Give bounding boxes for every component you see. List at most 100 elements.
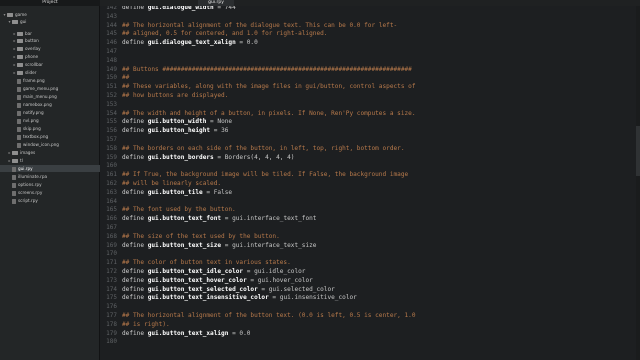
file-icon (12, 174, 16, 180)
tree-file[interactable]: skip.png (0, 125, 100, 132)
code-editor[interactable]: 142 143 144 145 146 147 148 149 150 151 152 153 154 1… (100, 6, 640, 360)
tree-item-label: notify.png (23, 110, 44, 115)
code-line: ## aligned, 0.5 for centered, and 1.0 fo… (122, 30, 328, 38)
file-icon (17, 134, 21, 140)
tree-file[interactable]: window_icon.png (0, 141, 100, 148)
line-number-gutter: 142 143 144 145 146 147 148 149 150 151 152 153 154 1… (100, 6, 120, 360)
line-number: 158 (106, 144, 117, 152)
line-number: 161 (106, 171, 117, 179)
tree-item-label: overlay (25, 46, 41, 51)
folder-icon (17, 39, 23, 43)
line-number: 156 (106, 127, 117, 135)
line-number: 157 (106, 136, 117, 143)
tree-item-label: game (15, 12, 27, 17)
tree-file[interactable]: namebox.png (0, 101, 100, 108)
tree-file[interactable]: game_menu.png (0, 85, 100, 92)
tree-file[interactable]: illuminate.rpa (0, 173, 100, 180)
file-icon (17, 94, 21, 100)
tree-file[interactable]: main_menu.png (0, 93, 100, 100)
tree-item-label: frame.png (23, 78, 45, 83)
tree-folder[interactable]: ▾ gui (0, 18, 100, 25)
tree-folder[interactable]: ▸ scrollbar (0, 61, 100, 68)
tree-item-label: screens.rpy (18, 190, 43, 195)
tree-file[interactable]: options.rpy (0, 181, 100, 188)
tree-folder[interactable]: ▸ button (0, 37, 100, 44)
code-line: ## These variables, along with the image… (122, 83, 416, 91)
file-icon (17, 110, 21, 116)
code-line: ## The size of the text used by the butt… (122, 232, 280, 240)
line-number: 145 (106, 30, 117, 38)
tree-folder[interactable]: ▸ slider (0, 69, 100, 76)
code-line: define gui.button_text_selected_color = … (122, 285, 335, 293)
tree-folder[interactable]: ▸ tl (0, 157, 100, 164)
code-line: ## is right). (122, 320, 170, 328)
code-line: ## The width and height of a button, in … (122, 109, 416, 117)
code-line: define gui.dialogue_text_xalign = 0.0 (122, 39, 258, 47)
tree-file[interactable]: nvl.png (0, 117, 100, 124)
file-icon (12, 190, 16, 196)
tree-file[interactable]: gui.rpy (0, 165, 100, 172)
code-line: ## Buttons #############################… (122, 65, 412, 73)
line-number: 171 (106, 259, 117, 267)
tree-item-label: images (20, 150, 36, 155)
code-line: define gui.button_height = 36 (122, 127, 229, 135)
line-number: 174 (106, 285, 117, 293)
line-number: 144 (106, 21, 117, 29)
folder-icon (17, 47, 23, 51)
tree-item-label: textbox.png (23, 134, 49, 139)
tree-file[interactable]: textbox.png (0, 133, 100, 140)
code-line: define gui.button_text_hover_color = gui… (122, 276, 313, 284)
file-icon (12, 166, 16, 172)
line-number: 176 (106, 303, 117, 311)
tree-item-label: window_icon.png (23, 142, 59, 147)
file-icon (17, 142, 21, 148)
tree-file[interactable]: script.rpy (0, 197, 100, 204)
folder-icon (12, 159, 18, 163)
code-line: ## The font used by the button. (122, 206, 236, 214)
tree-folder[interactable]: ▸ overlay (0, 45, 100, 52)
tree-item-label: illuminate.rpa (18, 174, 48, 179)
line-number: 170 (106, 250, 117, 258)
file-icon (17, 126, 21, 132)
tree-item-label: scrollbar (25, 62, 43, 67)
code-line: define gui.button_borders = Borders(4, 4… (122, 153, 295, 161)
line-number: 168 (106, 232, 117, 240)
folder-icon (12, 151, 18, 155)
line-number: 146 (106, 39, 117, 47)
tree-item-label: tl (20, 158, 23, 163)
editor-window: Project gui.rpy ▾ game ▾ gui ▸ bar ▸ button ▸ ove… (0, 0, 640, 360)
tree-file[interactable]: frame.png (0, 77, 100, 84)
folder-icon (17, 32, 23, 36)
tree-item-label: gui.rpy (18, 166, 33, 171)
tree-item-label: nvl.png (23, 118, 39, 123)
tree-folder[interactable]: ▸ images (0, 149, 100, 156)
line-number: 180 (106, 338, 117, 346)
tree-item-label: button (25, 38, 39, 43)
line-number: 172 (106, 268, 117, 275)
line-number: 153 (106, 100, 117, 108)
scrollbar[interactable] (636, 6, 640, 360)
tree-file[interactable]: notify.png (0, 109, 100, 116)
tree-folder[interactable]: ▸ bar (0, 30, 100, 37)
line-number: 159 (106, 153, 117, 161)
tree-folder[interactable]: ▸ phone (0, 53, 100, 60)
code-line: define gui.button_text_idle_color = gui.… (122, 268, 306, 275)
tree-file[interactable]: screens.rpy (0, 189, 100, 196)
code-line: ## how buttons are displayed. (122, 92, 229, 99)
folder-icon (12, 20, 18, 24)
line-number: 173 (106, 276, 117, 284)
code-line: define gui.button_text_insensitive_color… (122, 294, 357, 302)
line-number: 167 (106, 224, 117, 231)
tree-item-label: skip.png (23, 126, 41, 131)
folder-icon (17, 55, 23, 59)
tree-item-label: gui (20, 19, 27, 24)
scrollbar-thumb[interactable] (636, 126, 640, 176)
folder-icon (17, 71, 23, 75)
tree-folder[interactable]: ▾ game (0, 11, 100, 18)
code-line: define gui.button_width = None (122, 118, 233, 126)
line-number: 150 (106, 74, 117, 82)
line-number: 152 (106, 92, 117, 99)
code-area[interactable]: define gui.dialogue_width = 744 ## The ho… (122, 6, 640, 360)
tree-item-label: phone (25, 54, 39, 59)
line-number: 155 (106, 118, 117, 126)
